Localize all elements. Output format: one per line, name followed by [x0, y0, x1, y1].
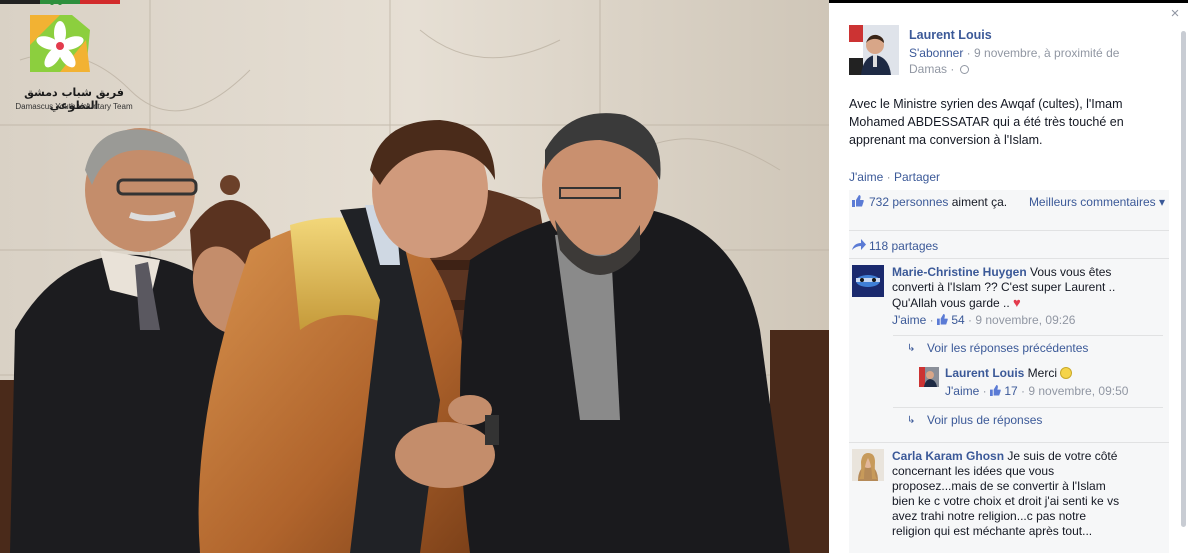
likes-summary: 732 personnes aiment ça.: [869, 195, 1009, 210]
globe-icon: [959, 65, 969, 74]
more-replies-link[interactable]: ↳ Voir plus de réponses: [893, 407, 1163, 431]
comment-like-count[interactable]: 54: [951, 313, 964, 327]
reply-avatar[interactable]: [919, 367, 939, 387]
likes-suffix: aiment ça.: [948, 195, 1008, 209]
more-replies-label: Voir plus de réponses: [927, 413, 1043, 427]
likes-count-link[interactable]: 732 personnes: [869, 195, 948, 209]
share-link[interactable]: Partager: [894, 170, 940, 184]
author-name-link[interactable]: Laurent Louis: [909, 28, 992, 42]
reply-time: 9 novembre, 09:50: [1028, 384, 1129, 398]
previous-replies-label: Voir les réponses précédentes: [927, 341, 1089, 355]
photo-viewer[interactable]: فريق شباب دمشق التطوعي Damascus Youth Vo…: [0, 0, 829, 553]
heart-icon: ♥: [1013, 295, 1021, 310]
logo-english-text: Damascus Youth Voluntary Team: [15, 102, 133, 111]
comment-divider: [849, 442, 1169, 443]
reply-like-count[interactable]: 17: [1004, 384, 1017, 398]
commenter-name-link[interactable]: Marie-Christine Huygen: [892, 265, 1027, 279]
author-avatar[interactable]: [849, 25, 899, 75]
post-text: Avec le Ministre syrien des Awqaf (culte…: [849, 97, 1124, 147]
shares-count-link[interactable]: 118 partages: [869, 239, 938, 253]
commenter-name-link[interactable]: Carla Karam Ghosn: [892, 449, 1004, 463]
reply-meta: J'aime · 17 · 9 novembre, 09:50: [945, 384, 1129, 398]
commenter-avatar[interactable]: [852, 265, 884, 297]
photo-image: [0, 0, 829, 553]
post-side-panel: × Laurent Louis S'abonner · 9 novembre, …: [829, 3, 1188, 553]
likes-row: 732 personnes aiment ça. Meilleurs comme…: [849, 190, 1169, 231]
thumbs-up-icon: [936, 314, 948, 325]
post-meta: S'abonner · 9 novembre, à proximité de D…: [909, 45, 1134, 77]
commenter-avatar[interactable]: [852, 449, 884, 481]
post-actions: J'aime · Partager: [849, 170, 941, 184]
like-link[interactable]: J'aime: [849, 170, 883, 184]
share-arrow-icon: [852, 239, 866, 250]
reply-like-link[interactable]: J'aime: [945, 384, 979, 398]
comment-time: 9 novembre, 09:26: [975, 313, 1076, 327]
shares-row: 118 partages: [849, 231, 1169, 259]
reply-arrow-icon: ↳: [907, 415, 916, 426]
comment-meta: J'aime · 54 · 9 novembre, 09:26: [892, 313, 1076, 327]
comment-body: Marie-Christine Huygen Vous vous êtes co…: [892, 265, 1127, 328]
feedback-area: 732 personnes aiment ça. Meilleurs comme…: [849, 190, 1169, 553]
reply-text: Merci: [1024, 366, 1061, 380]
close-button[interactable]: ×: [1168, 5, 1182, 22]
thumbs-up-icon: [852, 195, 864, 207]
reply-arrow-icon: ↳: [907, 343, 916, 354]
thumbs-up-icon: [989, 385, 1001, 396]
reply-body: Laurent Louis Merci J'aime · 17 · 9 nove…: [945, 364, 1165, 400]
comment-body: Carla Karam Ghosn Je suis de votre côté …: [892, 449, 1127, 539]
smiley-icon: [1060, 367, 1073, 379]
reply-author-link[interactable]: Laurent Louis: [945, 366, 1024, 380]
comment-order-dropdown[interactable]: Meilleurs commentaires ▾: [1029, 195, 1165, 209]
post-header: Laurent Louis S'abonner · 9 novembre, à …: [849, 25, 1149, 81]
follow-link[interactable]: S'abonner: [909, 46, 963, 60]
scrollbar[interactable]: [1181, 31, 1186, 527]
comment-like-link[interactable]: J'aime: [892, 313, 926, 327]
previous-replies-link[interactable]: ↳ Voir les réponses précédentes: [893, 335, 1163, 359]
